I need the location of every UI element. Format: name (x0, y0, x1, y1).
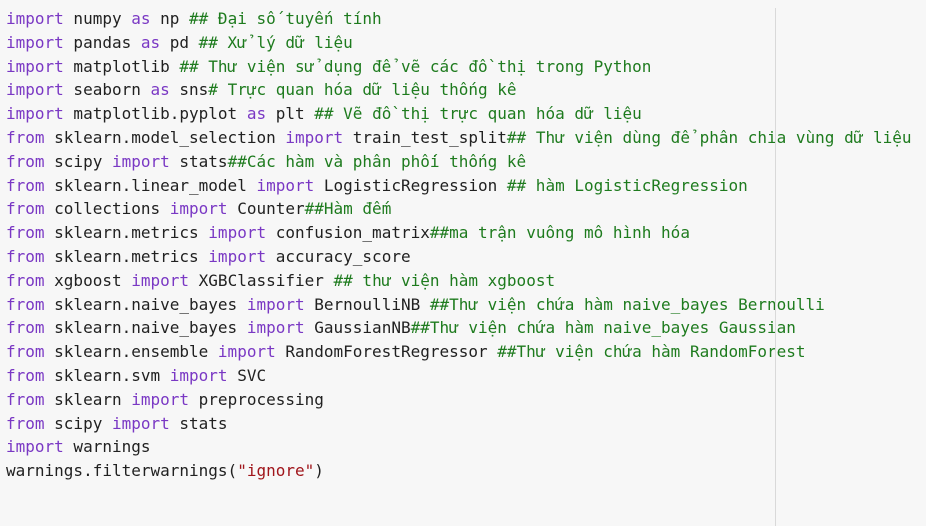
comment-token: ## Thư viện sử dụng để vẽ các đồ thị tro… (179, 56, 652, 76)
code-token: SVC (227, 365, 267, 385)
keyword-token: import (111, 413, 170, 433)
keyword-token: import (6, 437, 64, 457)
keyword-token: import (131, 389, 190, 409)
code-token: scipy (44, 413, 112, 433)
keyword-token: import (246, 318, 305, 338)
code-token: warnings (63, 437, 151, 457)
keyword-token: as (131, 9, 151, 28)
code-token: numpy (63, 9, 132, 28)
keyword-token: import (285, 127, 344, 147)
code-token: matplotlib.pyplot (63, 104, 247, 124)
code-token: train_test_split (343, 127, 507, 147)
code-token: sklearn.ensemble (44, 342, 218, 362)
keyword-token: import (6, 56, 64, 76)
keyword-token: import (6, 80, 64, 100)
keyword-token: from (6, 223, 45, 243)
comment-token: ## thư viện hàm xgboost (333, 270, 556, 290)
keyword-token: import (208, 223, 267, 243)
code-cell[interactable]: import numpy as np ## Đại số tuyến tính i… (0, 0, 926, 526)
keyword-token: from (6, 246, 45, 266)
code-token: sklearn.metrics (44, 246, 209, 266)
keyword-token: from (6, 270, 45, 290)
keyword-token: from (6, 413, 45, 433)
comment-token: ##Thư viện chứa hàm naive_bayes Gaussian (410, 318, 796, 338)
keyword-token: from (6, 151, 45, 171)
code-token: sklearn.model_selection (44, 127, 286, 147)
code-token: stats (169, 413, 228, 433)
code-token: ) (314, 461, 324, 481)
comment-token: ## Thư viện dùng để phân chia vùng dữ li… (506, 127, 912, 147)
keyword-token: from (6, 199, 45, 219)
editor-ruler (775, 8, 776, 526)
code-token: sklearn.svm (44, 365, 170, 385)
code-token: stats (169, 151, 228, 171)
keyword-token: import (208, 246, 267, 266)
code-token: RandomForestRegressor (275, 342, 498, 362)
keyword-token: from (6, 365, 45, 385)
keyword-token: from (6, 175, 45, 195)
keyword-token: as (150, 80, 170, 100)
code-token: plt (266, 104, 315, 124)
keyword-token: import (6, 104, 64, 124)
code-token: warnings.filterwarnings( (6, 461, 238, 481)
code-token: sns (169, 80, 209, 100)
code-token: np (150, 9, 190, 28)
keyword-token: import (111, 151, 170, 171)
code-token: BernoulliNB (304, 294, 430, 314)
comment-token: ## Đại số tuyến tính (189, 9, 382, 28)
comment-token: ##Thư viện chứa hàm RandomForest (497, 342, 806, 362)
code-token: sklearn.naive_bayes (44, 318, 247, 338)
string-token: "ignore" (237, 461, 315, 481)
code-token: sklearn (44, 389, 132, 409)
keyword-token: import (169, 199, 228, 219)
keyword-token: import (169, 365, 228, 385)
code-token: sklearn.metrics (44, 223, 209, 243)
code-token: XGBClassifier (189, 270, 334, 290)
code-token: seaborn (63, 80, 151, 100)
keyword-token: from (6, 318, 45, 338)
comment-token: # Trực quan hóa dữ liệu thống kê (208, 80, 517, 100)
keyword-token: as (140, 32, 161, 52)
comment-token: ##Hàm đếm (304, 199, 392, 219)
comment-token: ## Xử lý dữ liệu (198, 32, 353, 52)
keyword-token: from (6, 389, 45, 409)
code-token: scipy (44, 151, 112, 171)
code-token: accuracy_score (266, 246, 411, 266)
code-token: preprocessing (189, 389, 324, 409)
comment-token: ## hàm LogisticRegression (506, 175, 748, 195)
code-token: pandas (63, 32, 141, 52)
keyword-token: import (6, 9, 64, 28)
code-token: GaussianNB (304, 318, 411, 338)
keyword-token: import (246, 294, 305, 314)
code-token: confusion_matrix (266, 223, 430, 243)
keyword-token: import (217, 342, 276, 362)
comment-token: ##Các hàm và phân phối thống kê (227, 151, 527, 171)
code-token: xgboost (44, 270, 132, 290)
keyword-token: import (131, 270, 190, 290)
code-token: sklearn.linear_model (44, 175, 257, 195)
comment-token: ##Thư viện chứa hàm naive_bayes Bernoull… (429, 294, 825, 314)
comment-token: ## Vẽ đồ thị trực quan hóa dữ liệu (314, 104, 642, 124)
code-token: Counter (227, 199, 305, 219)
code-token: collections (44, 199, 170, 219)
code-token: LogisticRegression (314, 175, 507, 195)
keyword-token: from (6, 342, 45, 362)
keyword-token: from (6, 127, 45, 147)
comment-token: ##ma trận vuông mô hình hóa (429, 223, 690, 243)
code-token: pd (160, 32, 199, 52)
keyword-token: as (246, 104, 267, 124)
code-token: sklearn.naive_bayes (44, 294, 247, 314)
keyword-token: import (256, 175, 315, 195)
keyword-token: from (6, 294, 45, 314)
code-token: matplotlib (63, 56, 180, 76)
keyword-token: import (6, 32, 64, 52)
